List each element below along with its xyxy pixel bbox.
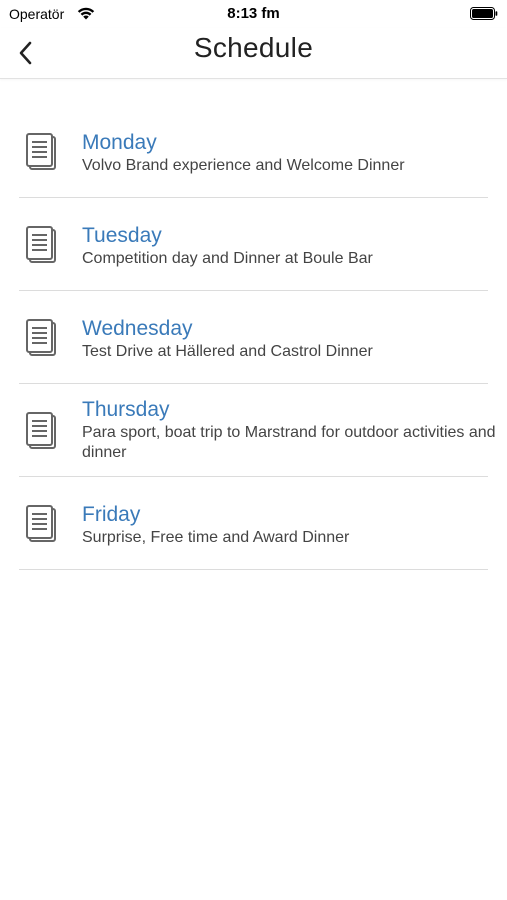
list-item[interactable]: Wednesday Test Drive at Hällered and Cas… [0, 291, 507, 384]
document-icon [26, 505, 56, 542]
document-icon [26, 133, 56, 170]
day-label: Friday [82, 503, 141, 526]
status-bar: Operatör 8:13 fm [0, 0, 507, 28]
day-description: Para sport, boat trip to Marstrand for o… [82, 424, 496, 461]
list-item[interactable]: Thursday Para sport, boat trip to Marstr… [0, 384, 507, 477]
battery-icon [470, 7, 498, 20]
page-title: Schedule [193, 32, 314, 63]
list-item[interactable]: Friday Surprise, Free time and Award Din… [0, 477, 507, 570]
day-description: Test Drive at Hällered and Castrol Dinne… [82, 343, 373, 360]
document-icon [26, 412, 56, 449]
day-description: Surprise, Free time and Award Dinner [82, 529, 350, 546]
list-item[interactable]: Tuesday Competition day and Dinner at Bo… [0, 198, 507, 291]
day-description: Volvo Brand experience and Welcome Dinne… [82, 157, 405, 174]
day-label: Monday [82, 131, 157, 154]
day-label: Thursday [82, 398, 170, 421]
day-label: Tuesday [82, 224, 162, 247]
schedule-list: Monday Volvo Brand experience and Welcom… [0, 105, 507, 570]
document-icon [26, 226, 56, 263]
list-item[interactable]: Monday Volvo Brand experience and Welcom… [0, 105, 507, 198]
document-icon [26, 319, 56, 356]
day-description: Competition day and Dinner at Boule Bar [82, 250, 373, 267]
navigation-bar: Schedule [0, 28, 507, 79]
day-label: Wednesday [82, 317, 193, 340]
status-time: 8:13 fm [227, 5, 280, 22]
